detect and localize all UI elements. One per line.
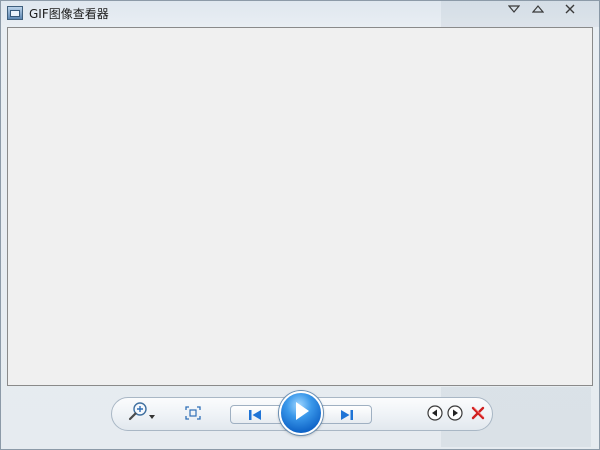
triangle-down-icon[interactable]: [149, 405, 155, 424]
delete-button[interactable]: [469, 406, 487, 424]
image-canvas[interactable]: [7, 27, 593, 386]
window-title: GIF图像查看器: [29, 7, 109, 21]
play-icon: [291, 400, 311, 426]
title-bar[interactable]: GIF图像查看器: [1, 1, 599, 27]
next-button[interactable]: [333, 406, 361, 424]
zoom-button[interactable]: [125, 402, 157, 426]
app-window: GIF图像查看器: [0, 0, 600, 450]
rotate-counterclockwise-icon: [427, 405, 443, 425]
chevron-up-icon[interactable]: [525, 1, 551, 19]
skip-next-icon: [340, 406, 354, 425]
fit-to-window-button[interactable]: [182, 403, 204, 425]
play-button[interactable]: [279, 391, 323, 435]
rotate-clockwise-icon: [447, 405, 463, 425]
magnifier-plus-icon: [127, 401, 149, 427]
rotate-left-button[interactable]: [427, 405, 443, 425]
fit-to-window-icon: [185, 405, 201, 424]
skip-previous-icon: [248, 406, 262, 425]
close-icon[interactable]: [557, 1, 583, 19]
rotate-right-button[interactable]: [447, 405, 463, 425]
delete-x-icon: [470, 405, 486, 425]
chevron-down-icon[interactable]: [501, 1, 527, 19]
previous-button[interactable]: [241, 406, 269, 424]
image-viewer-icon[interactable]: [7, 6, 23, 20]
